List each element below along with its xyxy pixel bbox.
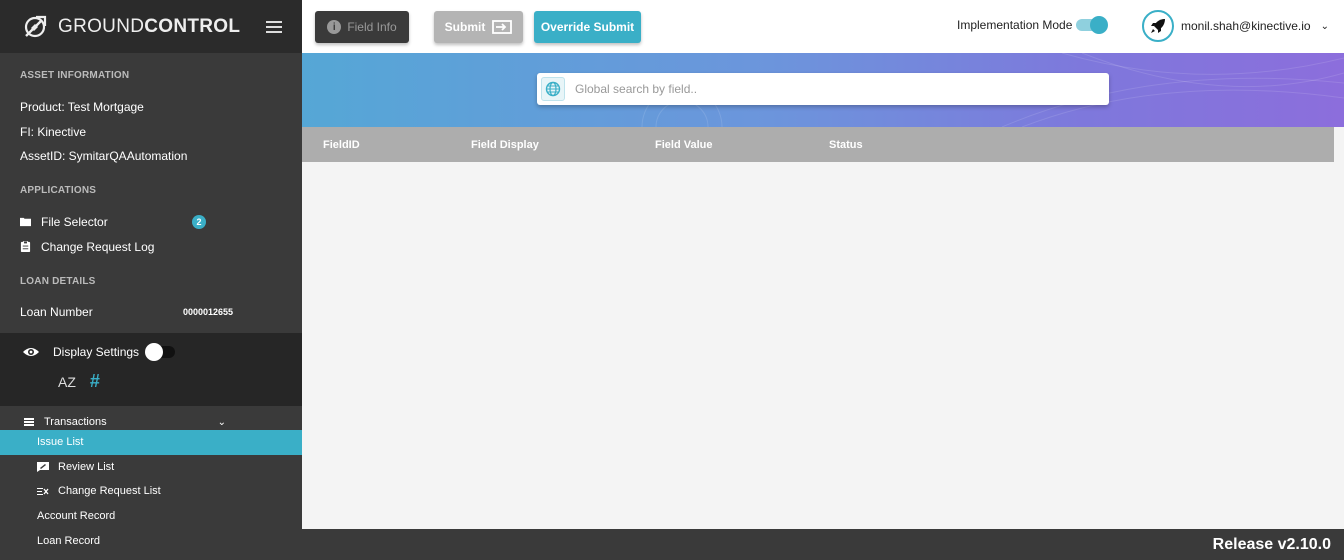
app-file-selector[interactable]: File Selector 2	[0, 209, 302, 234]
column-header-field-display[interactable]: Field Display	[471, 139, 539, 151]
product-info: Product: Test Mortgage	[20, 100, 144, 114]
app-file-selector-label: File Selector	[41, 214, 108, 229]
groundcontrol-logo-icon	[24, 15, 47, 37]
column-header-status[interactable]: Status	[829, 139, 863, 151]
review-icon	[37, 461, 49, 472]
chevron-down-icon: ⌄	[1320, 20, 1329, 32]
section-title-applications: APPLICATIONS	[20, 185, 97, 196]
chevron-down-icon: ⌄	[217, 416, 226, 428]
global-search	[537, 73, 1109, 105]
submit-button[interactable]: Submit	[434, 11, 523, 43]
table-body	[302, 162, 1344, 529]
list-icon	[24, 418, 34, 426]
loan-number-value: 0000012655	[182, 307, 233, 317]
hamburger-menu-icon[interactable]	[266, 20, 282, 33]
sidebar: GROUNDCONTROL ASSET INFORMATION Product:…	[0, 0, 302, 560]
hash-icon[interactable]: #	[90, 371, 100, 392]
section-title-asset-information: ASSET INFORMATION	[20, 70, 130, 81]
clipboard-icon	[20, 241, 31, 252]
user-email: monil.shah@kinective.io	[1181, 19, 1311, 33]
nav-item-issue-list[interactable]: Issue List	[0, 430, 302, 455]
user-menu[interactable]: monil.shah@kinective.io ⌄	[1142, 10, 1329, 42]
nav-item-account-record[interactable]: Account Record	[0, 504, 302, 529]
display-settings-label: Display Settings	[53, 345, 140, 359]
table-header: FieldID Field Display Field Value Status	[302, 127, 1334, 162]
implementation-mode: Implementation Mode	[957, 16, 1109, 34]
implementation-mode-toggle[interactable]	[1076, 16, 1109, 34]
release-version: Release v2.10.0	[1212, 535, 1331, 553]
loan-number-row: Loan Number 0000012655	[0, 300, 302, 324]
asset-id-info: AssetID: SymitarQAAutomation	[20, 149, 188, 163]
fi-info: FI: Kinective	[20, 125, 87, 139]
sort-az-icon[interactable]: AZ	[58, 374, 76, 390]
avatar	[1142, 10, 1174, 42]
app-change-request-log-label: Change Request Log	[41, 239, 155, 254]
top-toolbar: i Field Info Submit Override Submit Impl…	[302, 0, 1344, 53]
brand-name: GROUNDCONTROL	[58, 15, 241, 37]
submit-arrow-icon	[492, 20, 513, 34]
globe-icon[interactable]	[541, 77, 565, 101]
nav-item-loan-record[interactable]: Loan Record	[0, 528, 302, 553]
display-settings-toggle[interactable]	[145, 343, 176, 361]
rocket-icon	[1151, 19, 1165, 33]
field-info-button[interactable]: i Field Info	[315, 11, 409, 43]
brand-header: GROUNDCONTROL	[0, 0, 302, 53]
transactions-label: Transactions	[44, 416, 107, 428]
nav-item-change-request-list[interactable]: Change Request List	[0, 479, 302, 504]
loan-number-label: Loan Number	[20, 305, 93, 319]
app-change-request-log[interactable]: Change Request Log	[0, 234, 302, 259]
change-request-icon	[37, 486, 49, 496]
section-title-loan-details: LOAN DETAILS	[20, 276, 96, 287]
footer: Release v2.10.0	[302, 529, 1344, 560]
override-submit-button[interactable]: Override Submit	[534, 11, 641, 43]
search-input[interactable]	[575, 82, 1075, 96]
column-header-fieldid[interactable]: FieldID	[323, 139, 360, 151]
nav-item-review-list[interactable]: Review List	[0, 455, 302, 480]
transactions-header[interactable]: Transactions ⌄	[0, 406, 302, 430]
transactions-nav: Transactions ⌄ Issue List Review List Ch…	[0, 406, 302, 553]
display-settings-panel: Display Settings AZ #	[0, 333, 302, 406]
folder-icon	[20, 217, 31, 227]
info-icon: i	[327, 20, 342, 34]
implementation-mode-label: Implementation Mode	[957, 18, 1073, 32]
eye-icon	[23, 348, 39, 356]
search-banner	[302, 53, 1344, 127]
file-selector-badge: 2	[192, 214, 206, 229]
column-header-field-value[interactable]: Field Value	[655, 139, 712, 151]
